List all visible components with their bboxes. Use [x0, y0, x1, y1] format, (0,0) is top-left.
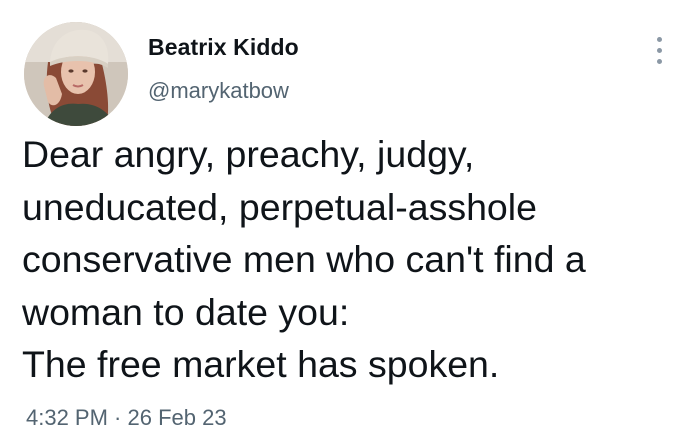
- tweet-text-line: Dear angry, preachy, judgy,: [22, 133, 475, 175]
- more-options-icon: [657, 37, 662, 42]
- tweet-text-line: The free market has spoken.: [22, 343, 500, 385]
- author-handle[interactable]: @marykatbow: [148, 78, 289, 104]
- profile-photo-icon: [24, 22, 128, 126]
- avatar[interactable]: [24, 22, 128, 126]
- more-options-dot: [657, 48, 662, 53]
- tweet-text-line: conservative men who can't find a: [22, 238, 586, 280]
- tweet-text: Dear angry, preachy, judgy, uneducated, …: [22, 128, 692, 391]
- tweet-timestamp[interactable]: 4:32 PM · 26 Feb 23: [26, 405, 227, 431]
- more-options-dot: [657, 59, 662, 64]
- author-display-name[interactable]: Beatrix Kiddo: [148, 34, 299, 61]
- tweet-text-line: uneducated, perpetual-asshole: [22, 185, 537, 228]
- more-options-button[interactable]: [648, 34, 672, 68]
- tweet-card: Beatrix Kiddo @marykatbow Dear angry, pr…: [0, 0, 700, 445]
- tweet-text-line: woman to date you:: [22, 290, 350, 333]
